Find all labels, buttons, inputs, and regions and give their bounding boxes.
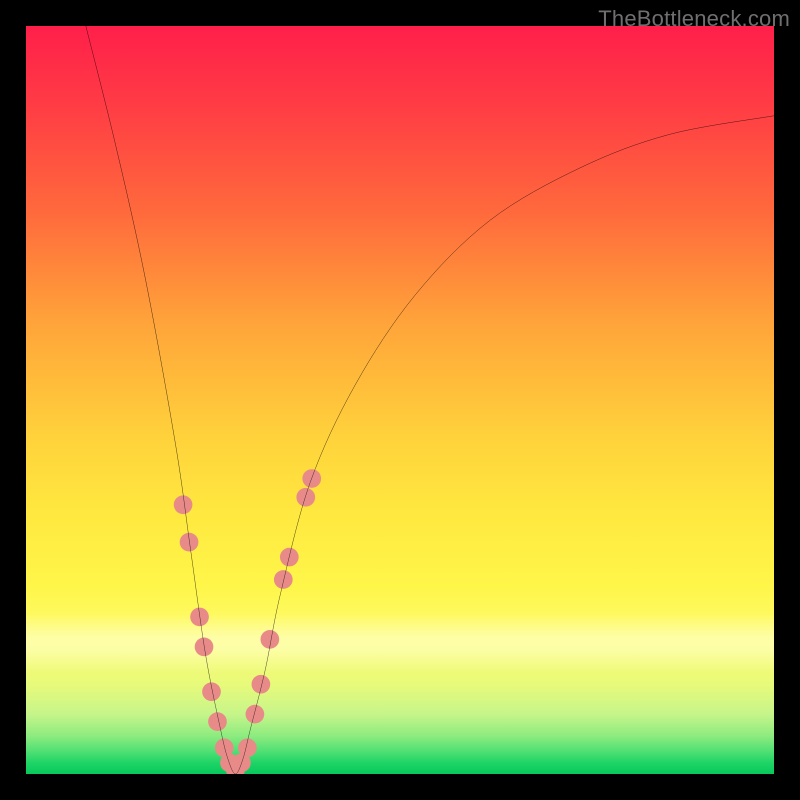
sample-dot (246, 705, 265, 724)
sample-dot (296, 488, 315, 507)
curve-svg (26, 26, 774, 774)
sample-dot (190, 608, 209, 627)
sample-dot (174, 495, 193, 514)
sample-dot (195, 637, 214, 656)
attribution-text: TheBottleneck.com (598, 6, 790, 32)
sample-dot (180, 533, 199, 552)
plot-area (26, 26, 774, 774)
sample-dot (274, 570, 293, 589)
sample-dot (202, 682, 221, 701)
chart-frame: TheBottleneck.com (0, 0, 800, 800)
bottleneck-curve (86, 26, 774, 774)
sample-dot (252, 675, 271, 694)
marker-group (174, 469, 321, 774)
